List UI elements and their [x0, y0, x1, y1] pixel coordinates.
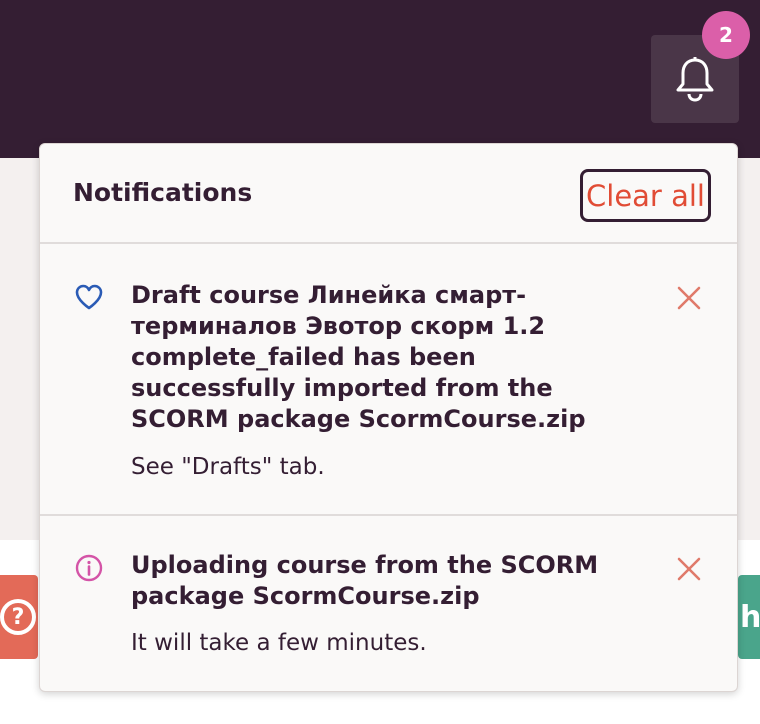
notification-subtitle: It will take a few minutes. — [131, 630, 427, 656]
top-bar — [0, 0, 760, 158]
clear-all-button[interactable]: Clear all — [580, 169, 711, 222]
notifications-panel: Notifications Clear all Draft course Лин… — [39, 143, 738, 692]
panel-header: Notifications Clear all — [40, 144, 737, 244]
notification-subtitle: See "Drafts" tab. — [131, 454, 325, 480]
help-icon: ? — [0, 599, 36, 635]
partial-action-button[interactable]: h — [738, 575, 760, 659]
close-icon[interactable] — [675, 555, 703, 583]
help-button[interactable]: ? — [0, 575, 38, 659]
close-icon[interactable] — [675, 284, 703, 312]
notification-title: Uploading course from the SCORM package … — [131, 551, 599, 610]
notification-item: Uploading course from the SCORM package … — [40, 518, 737, 691]
notification-count-badge: 2 — [702, 11, 750, 59]
notification-title: Draft course Линейка смарт-терминалов Эв… — [131, 281, 586, 433]
notification-item: Draft course Линейка смарт-терминалов Эв… — [40, 246, 737, 516]
panel-title: Notifications — [73, 178, 253, 207]
info-icon — [75, 554, 103, 582]
heart-icon — [75, 284, 103, 310]
bell-icon — [676, 57, 714, 102]
